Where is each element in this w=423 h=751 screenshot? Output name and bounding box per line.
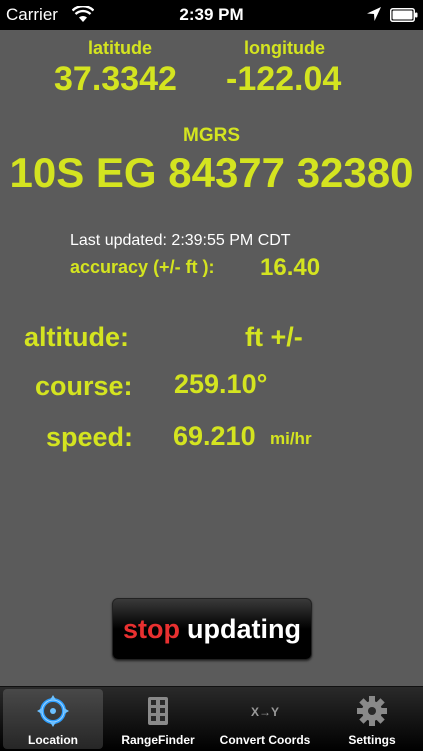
mgrs-label: MGRS xyxy=(183,125,240,146)
tab-location-label: Location xyxy=(28,733,78,747)
location-arrow-icon xyxy=(367,7,381,21)
status-bar: Carrier 2:39 PM xyxy=(0,0,423,30)
accuracy-label: accuracy (+/- ft ): xyxy=(70,257,215,277)
battery-icon xyxy=(390,8,418,22)
latitude-value: 37.3342 xyxy=(54,60,177,98)
tab-settings-label: Settings xyxy=(348,733,396,747)
speed-unit: mi/hr xyxy=(270,429,312,448)
location-panel: latitude longitude 37.3342 -122.04 MGRS … xyxy=(0,30,423,686)
tab-convert-coords-label: Convert Coords xyxy=(219,733,311,747)
course-value: 259.10° xyxy=(174,369,268,399)
tab-convert-coords[interactable]: X→Y Convert Coords xyxy=(210,689,320,749)
last-updated-text: Last updated: 2:39:55 PM CDT xyxy=(70,232,291,249)
tab-bar: Location RangeFinder X→Y Convert Coords xyxy=(0,686,423,751)
course-label: course: xyxy=(35,371,133,401)
updating-word: updating xyxy=(187,613,301,644)
rangefinder-icon xyxy=(148,697,168,725)
tab-location[interactable]: Location xyxy=(3,689,103,749)
tab-rangefinder-label: RangeFinder xyxy=(121,733,195,747)
stop-word: stop xyxy=(123,613,180,644)
altitude-label: altitude: xyxy=(24,322,129,352)
convert-coords-icon: X→Y xyxy=(250,705,279,719)
tab-settings[interactable]: Settings xyxy=(326,689,418,749)
speed-label: speed: xyxy=(46,422,134,452)
tab-rangefinder[interactable]: RangeFinder xyxy=(110,689,206,749)
latitude-label: latitude xyxy=(88,38,153,58)
accuracy-value: 16.40 xyxy=(260,254,321,281)
location-target-icon xyxy=(37,695,69,727)
mgrs-value: 10S EG 84377 32380 xyxy=(9,149,414,196)
longitude-label: longitude xyxy=(244,38,325,58)
gear-icon xyxy=(357,696,387,726)
altitude-unit: ft +/- xyxy=(245,322,303,352)
longitude-value: -122.04 xyxy=(226,60,342,98)
speed-value: 69.210 xyxy=(173,421,256,451)
clock: 2:39 PM xyxy=(179,5,244,24)
stop-updating-button[interactable]: stop updating xyxy=(112,598,312,660)
